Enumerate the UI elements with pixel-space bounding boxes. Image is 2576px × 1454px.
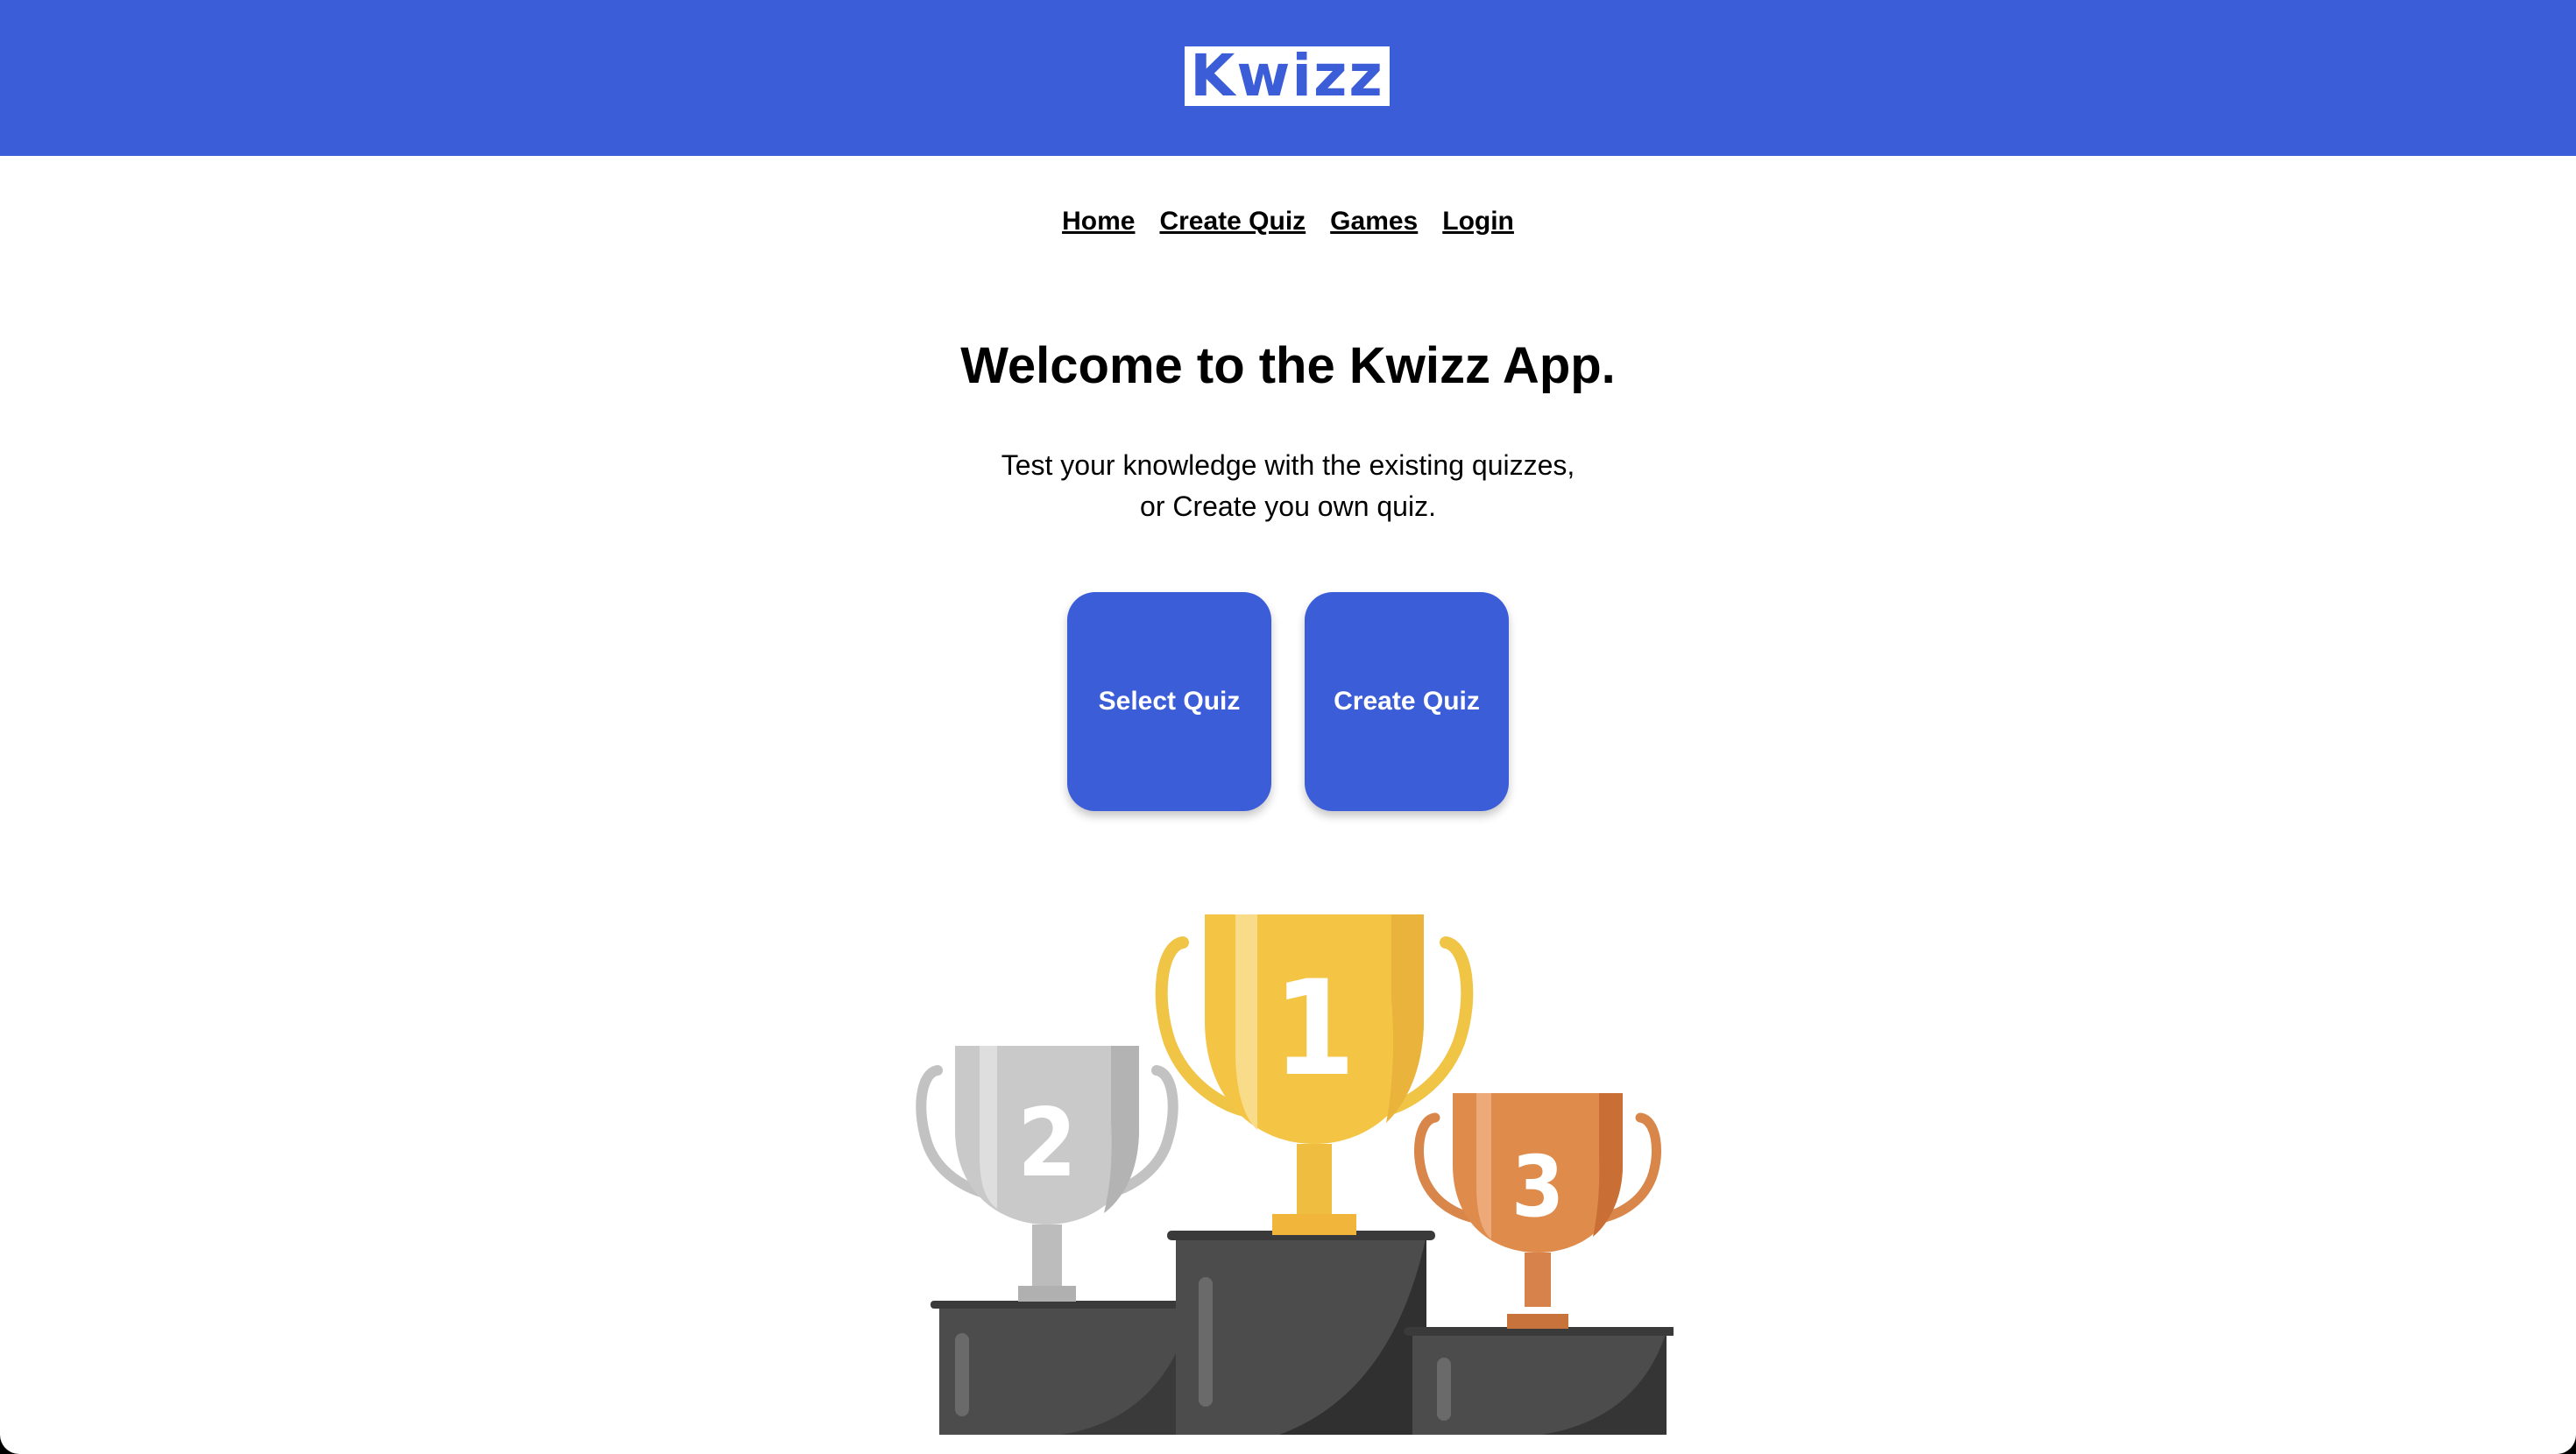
select-quiz-button[interactable]: Select Quiz <box>1067 592 1271 811</box>
create-quiz-button[interactable]: Create Quiz <box>1305 592 1509 811</box>
bronze-trophy-number: 3 <box>1511 1138 1564 1236</box>
action-buttons: Select Quiz Create Quiz <box>1067 592 1509 811</box>
nav-login-link[interactable]: Login <box>1442 207 1514 236</box>
bronze-trophy: 3 <box>1414 1093 1661 1329</box>
page-subtitle: Test your knowledge with the existing qu… <box>0 445 2576 527</box>
app-header: Kwizz <box>0 0 2576 156</box>
main-nav: Home Create Quiz Games Login <box>0 207 2576 236</box>
nav-create-quiz-link[interactable]: Create Quiz <box>1159 207 1306 236</box>
silver-trophy: 2 <box>916 1046 1178 1302</box>
trophy-podium-illustration: 2 1 3 <box>916 914 1674 1435</box>
nav-games-link[interactable]: Games <box>1330 207 1418 236</box>
subtitle-line-2: or Create you own quiz. <box>1140 491 1436 522</box>
gold-trophy: 1 <box>1155 914 1474 1235</box>
subtitle-line-1: Test your knowledge with the existing qu… <box>1001 449 1575 481</box>
page-title: Welcome to the Kwizz App. <box>960 337 1616 394</box>
kwizz-logo[interactable]: Kwizz <box>1185 46 1390 106</box>
nav-home-link[interactable]: Home <box>1062 207 1135 236</box>
window-bottom-edge <box>0 1435 2576 1454</box>
gold-trophy-number: 1 <box>1273 953 1355 1105</box>
silver-trophy-number: 2 <box>1017 1089 1077 1198</box>
